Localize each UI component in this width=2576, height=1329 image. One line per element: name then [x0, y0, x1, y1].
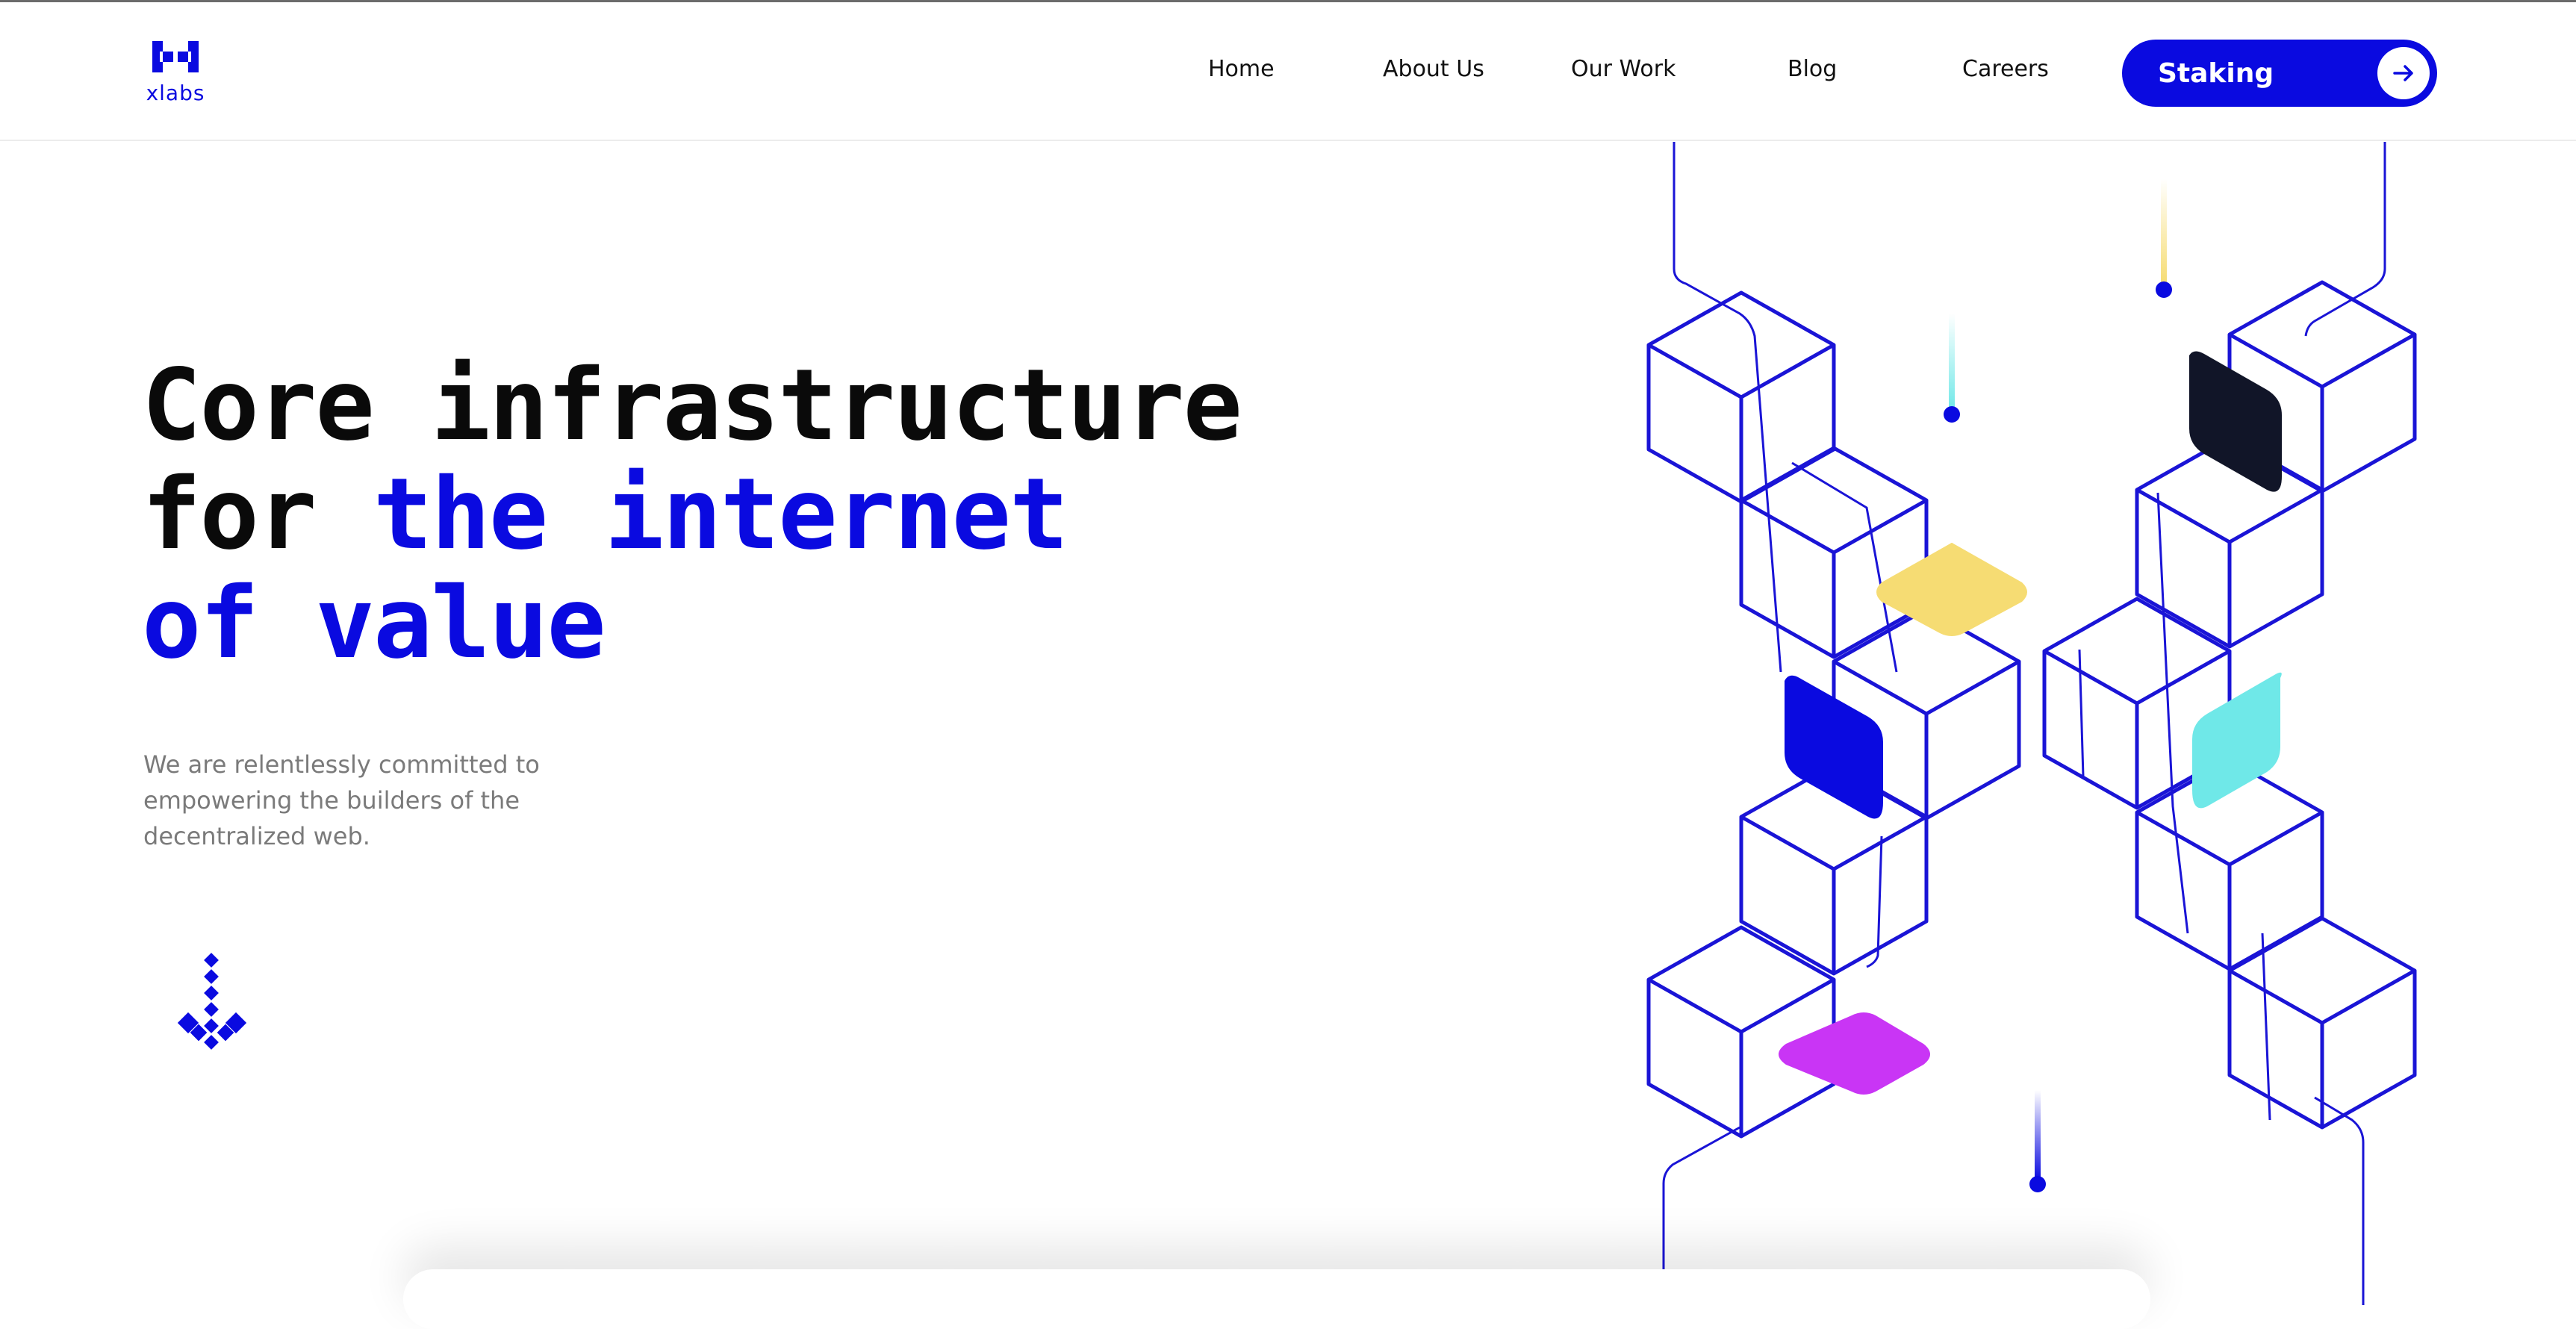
hero-subtitle: We are relentlessly committed to empower… [143, 750, 540, 850]
staking-button-label: Staking [2158, 57, 2274, 89]
scroll-down-icon[interactable] [176, 952, 248, 1056]
nav-careers[interactable]: Careers [1962, 56, 2049, 82]
hero-title-line-2-black: for [142, 457, 373, 572]
site-header: xlabs Home About Us Our Work Blog Career… [0, 2, 2576, 141]
logo-wordmark[interactable]: xlabs [142, 81, 209, 105]
hero-title: Core infrastructure for the internet of … [142, 348, 1242, 681]
hero-artwork [1605, 142, 2464, 1305]
arrow-right-icon [2377, 47, 2430, 99]
navy-tile [2189, 351, 2282, 492]
nav-about-us[interactable]: About Us [1383, 56, 1484, 82]
magenta-tile [1779, 1012, 1930, 1095]
staking-button[interactable]: Staking [2122, 40, 2437, 107]
hero-title-line-3: of value [142, 566, 606, 681]
hero-title-line-2-blue: the internet [373, 457, 1069, 572]
nav-home[interactable]: Home [1208, 56, 1275, 82]
cyan-tile [2192, 672, 2282, 809]
next-section-card-edge [403, 1269, 2150, 1329]
nav-blog[interactable]: Blog [1788, 56, 1837, 82]
nav-our-work[interactable]: Our Work [1571, 56, 1676, 82]
hero-title-line-1: Core infrastructure [142, 348, 1242, 463]
